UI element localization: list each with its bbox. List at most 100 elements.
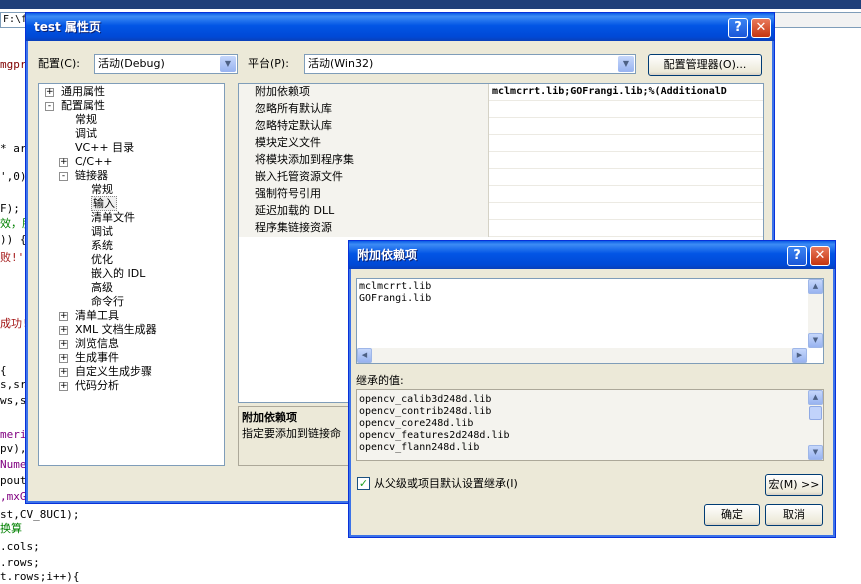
inherited-values-box[interactable]: opencv_calib3d248d.lib opencv_contrib248d… bbox=[356, 389, 824, 461]
scroll-down-icon[interactable]: ▼ bbox=[808, 333, 823, 348]
inherited-line: opencv_calib3d248d.lib bbox=[359, 394, 492, 405]
dependencies-edit-box[interactable]: mclmcrrt.lib GOFrangi.lib ▲ ▼ ◀ ▶ bbox=[356, 278, 824, 364]
tree-item[interactable]: C/C++ bbox=[75, 155, 113, 169]
tree-item-label: C/C++ bbox=[75, 155, 113, 168]
grid-row-name: 附加依赖项 bbox=[239, 84, 489, 101]
code-line: * ar bbox=[0, 142, 27, 155]
grid-row-value[interactable] bbox=[490, 169, 763, 186]
scroll-up-icon[interactable]: ▲ bbox=[808, 279, 823, 294]
close-button[interactable]: ✕ bbox=[751, 18, 771, 38]
grid-row-value[interactable] bbox=[490, 186, 763, 203]
description-title: 附加依赖项 bbox=[242, 411, 297, 424]
tree-item-label: 调试 bbox=[75, 127, 97, 140]
scroll-right-icon[interactable]: ▶ bbox=[792, 348, 807, 363]
tree-item[interactable]: XML 文档生成器 bbox=[75, 323, 157, 337]
macro-button[interactable]: 宏(M) >> bbox=[765, 474, 823, 496]
edit-vertical-scrollbar[interactable]: ▲ ▼ bbox=[808, 279, 823, 348]
platform-select[interactable]: 活动(Win32) ▼ bbox=[304, 54, 636, 74]
tree-item[interactable]: 配置属性 bbox=[61, 99, 105, 113]
scroll-left-icon[interactable]: ◀ bbox=[357, 348, 372, 363]
config-manager-button[interactable]: 配置管理器(O)... bbox=[648, 54, 762, 76]
tree-item[interactable]: 生成事件 bbox=[75, 351, 119, 365]
grid-row-value[interactable] bbox=[490, 118, 763, 135]
tree-item[interactable]: VC++ 目录 bbox=[75, 141, 134, 155]
tree-item[interactable]: 常规 bbox=[91, 183, 113, 197]
tree-item[interactable]: 命令行 bbox=[91, 295, 124, 309]
code-line: t.rows;i++){ bbox=[0, 570, 80, 583]
collapse-icon[interactable]: - bbox=[59, 172, 68, 181]
tree-item[interactable]: 调试 bbox=[91, 225, 113, 239]
expand-icon[interactable]: + bbox=[59, 326, 68, 335]
grid-row-value[interactable] bbox=[490, 220, 763, 237]
chevron-down-icon[interactable]: ▼ bbox=[618, 56, 634, 72]
property-pages-title: test 属性页 bbox=[34, 20, 101, 34]
editor-title-strip bbox=[0, 0, 861, 9]
collapse-icon[interactable]: - bbox=[45, 102, 54, 111]
expand-icon[interactable]: + bbox=[59, 382, 68, 391]
grid-row-value[interactable] bbox=[490, 135, 763, 152]
tree-item[interactable]: 浏览信息 bbox=[75, 337, 119, 351]
grid-row[interactable]: 附加依赖项 mclmcrrt.lib;GOFrangi.lib;%(Additio… bbox=[239, 84, 763, 101]
tree-item[interactable]: 高级 bbox=[91, 281, 113, 295]
grid-row-value[interactable] bbox=[490, 152, 763, 169]
grid-row-name: 程序集链接资源 bbox=[239, 220, 489, 237]
inherit-checkbox-label[interactable]: 从父级或项目默认设置继承(I) bbox=[374, 477, 518, 491]
grid-row[interactable]: 模块定义文件 bbox=[239, 135, 763, 152]
expand-icon[interactable]: + bbox=[59, 368, 68, 377]
grid-row[interactable]: 忽略特定默认库 bbox=[239, 118, 763, 135]
scroll-up-icon[interactable]: ▲ bbox=[808, 390, 823, 405]
cancel-button[interactable]: 取消 bbox=[765, 504, 823, 526]
tree-item-label: 调试 bbox=[91, 225, 113, 238]
inherited-line: opencv_core248d.lib bbox=[359, 418, 474, 429]
tree-item-label: 配置属性 bbox=[61, 99, 105, 112]
tree-item[interactable]: 清单工具 bbox=[75, 309, 119, 323]
tree-item[interactable]: 嵌入的 IDL bbox=[91, 267, 145, 281]
help-button[interactable]: ? bbox=[728, 18, 748, 38]
grid-row[interactable]: 忽略所有默认库 bbox=[239, 101, 763, 118]
ok-button[interactable]: 确定 bbox=[704, 504, 760, 526]
grid-row-name: 忽略特定默认库 bbox=[239, 118, 489, 135]
code-line: pv), bbox=[0, 442, 27, 455]
edit-horizontal-scrollbar[interactable]: ◀ ▶ bbox=[357, 348, 807, 363]
expand-icon[interactable]: + bbox=[59, 340, 68, 349]
expand-icon[interactable]: + bbox=[59, 158, 68, 167]
tree-item[interactable]: 链接器 bbox=[75, 169, 108, 183]
platform-label: 平台(P): bbox=[248, 57, 289, 70]
tree-item[interactable]: 输入 bbox=[91, 196, 117, 211]
tree-item-label: 系统 bbox=[91, 239, 113, 252]
dependencies-title-bar[interactable]: 附加依赖项 bbox=[349, 241, 835, 269]
tree-item[interactable]: 调试 bbox=[75, 127, 97, 141]
dependencies-text[interactable]: mclmcrrt.lib GOFrangi.lib bbox=[359, 281, 431, 305]
grid-row-name: 将模块添加到程序集 bbox=[239, 152, 489, 169]
chevron-down-icon[interactable]: ▼ bbox=[220, 56, 236, 72]
tree-item[interactable]: 优化 bbox=[91, 253, 113, 267]
tree-item[interactable]: 清单文件 bbox=[91, 211, 135, 225]
grid-row[interactable]: 程序集链接资源 bbox=[239, 220, 763, 237]
inherit-checkbox[interactable]: ✓ bbox=[357, 477, 370, 490]
code-line: meri bbox=[0, 428, 27, 441]
tree-item[interactable]: 通用属性 bbox=[61, 85, 105, 99]
scroll-thumb[interactable] bbox=[809, 406, 822, 420]
tree-item[interactable]: 系统 bbox=[91, 239, 113, 253]
grid-row-value[interactable] bbox=[490, 203, 763, 220]
inherited-vertical-scrollbar[interactable]: ▲ ▼ bbox=[808, 390, 823, 460]
tree-item-label: 代码分析 bbox=[75, 379, 119, 392]
close-button[interactable]: ✕ bbox=[810, 246, 830, 266]
scroll-down-icon[interactable]: ▼ bbox=[808, 445, 823, 460]
tree-item[interactable]: 自定义生成步骤 bbox=[75, 365, 152, 379]
help-button[interactable]: ? bbox=[787, 246, 807, 266]
config-select[interactable]: 活动(Debug) ▼ bbox=[94, 54, 238, 74]
grid-row[interactable]: 嵌入托管资源文件 bbox=[239, 169, 763, 186]
tree-item[interactable]: 代码分析 bbox=[75, 379, 119, 393]
grid-row[interactable]: 延迟加载的 DLL bbox=[239, 203, 763, 220]
property-tree[interactable]: 通用属性 + 配置属性 - 常规 调试 VC++ 目录 C/C++ + 链接器 - 常规 输入 清单文件调… bbox=[38, 83, 225, 466]
expand-icon[interactable]: + bbox=[45, 88, 54, 97]
grid-row-value[interactable] bbox=[490, 101, 763, 118]
grid-row[interactable]: 将模块添加到程序集 bbox=[239, 152, 763, 169]
tree-item[interactable]: 常规 bbox=[75, 113, 97, 127]
expand-icon[interactable]: + bbox=[59, 312, 68, 321]
grid-row[interactable]: 强制符号引用 bbox=[239, 186, 763, 203]
expand-icon[interactable]: + bbox=[59, 354, 68, 363]
property-pages-title-bar[interactable]: test 属性页 bbox=[26, 13, 774, 41]
grid-row-value[interactable]: mclmcrrt.lib;GOFrangi.lib;%(AdditionalD bbox=[490, 84, 763, 101]
